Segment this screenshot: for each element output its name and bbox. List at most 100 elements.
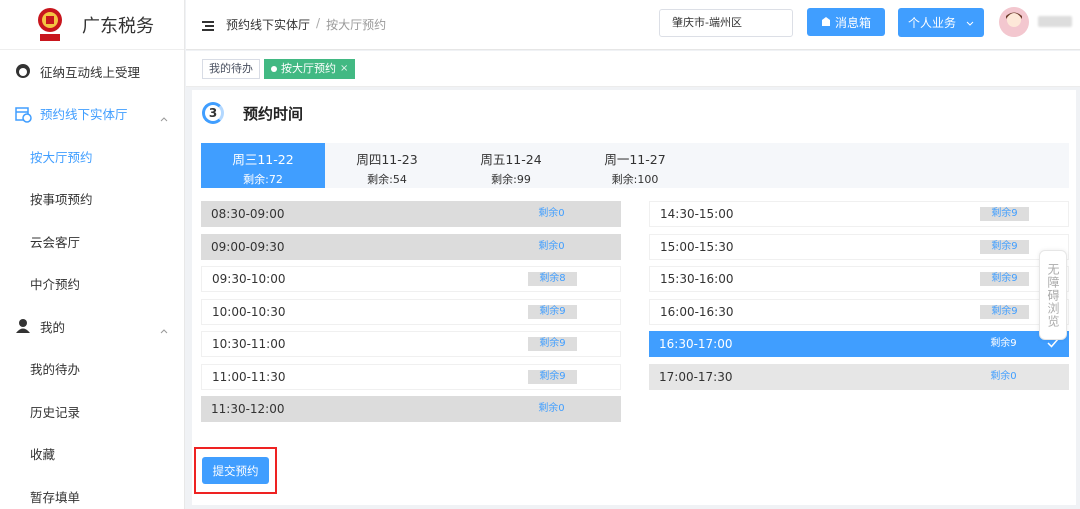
time-slot-selected[interactable]: 16:30-17:00 剩余9 <box>649 331 1069 357</box>
slot-remain: 剩余0 <box>990 371 1017 382</box>
booking-panel: 3 预约时间 周三11-22 剩余:72 周四11-23 剩余:54 周五11-… <box>192 90 1076 505</box>
tag-current-page[interactable]: 按大厅预约 × <box>264 58 356 79</box>
slot-remain: 剩余9 <box>528 305 577 319</box>
avatar[interactable] <box>999 7 1029 37</box>
tax-emblem-icon <box>36 7 64 43</box>
slot-time: 16:30-17:00 <box>659 337 733 351</box>
date-tab[interactable]: 周四11-23 剩余:54 <box>325 143 449 188</box>
sidebar-item-offline-hall[interactable]: 预约线下实体厅 <box>0 93 184 136</box>
sidebar-item-label: 云会客厅 <box>30 234 81 250</box>
time-slot[interactable]: 11:30-12:00 剩余0 <box>201 396 621 422</box>
time-slot[interactable]: 17:00-17:30 剩余0 <box>649 364 1069 390</box>
sidebar-item-online-service[interactable]: 征纳互动线上受理 <box>0 50 184 93</box>
personal-business-label: 个人业务 <box>907 16 956 30</box>
slot-remain: 剩余9 <box>528 370 577 384</box>
sidebar-item-cloud-hall[interactable]: 云会客厅 <box>0 220 184 263</box>
slot-time: 10:30-11:00 <box>212 337 286 351</box>
breadcrumb-separator: / <box>316 16 321 30</box>
date-tab[interactable]: 周五11-24 剩余:99 <box>449 143 573 188</box>
slot-remain: 剩余8 <box>528 272 577 286</box>
sidebar-item-label: 收藏 <box>30 447 56 463</box>
personal-business-dropdown[interactable]: 个人业务 <box>898 8 984 37</box>
user-icon <box>14 317 32 335</box>
region-selector[interactable]: 肇庆市-端州区 <box>659 9 793 37</box>
time-slot[interactable]: 15:30-16:00 剩余9 <box>649 266 1069 292</box>
date-tabs: 周三11-22 剩余:72 周四11-23 剩余:54 周五11-24 剩余:9… <box>201 143 1069 188</box>
slot-remain: 剩余9 <box>980 272 1029 286</box>
sidebar-item-label: 我的待办 <box>30 362 81 378</box>
sidebar-item-drafts[interactable]: 暂存填单 <box>0 475 184 509</box>
date-tab[interactable]: 周一11-27 剩余:100 <box>573 143 697 188</box>
slot-remain: 剩余9 <box>528 337 577 351</box>
sidebar-item-my-todo[interactable]: 我的待办 <box>0 348 184 391</box>
slot-time: 15:30-16:00 <box>660 272 734 286</box>
time-slot[interactable]: 14:30-15:00 剩余9 <box>649 201 1069 227</box>
logo: 广东税务 <box>0 0 184 50</box>
slot-time: 08:30-09:00 <box>211 207 285 221</box>
slot-time: 15:00-15:30 <box>660 240 734 254</box>
date-tab[interactable]: 周三11-22 剩余:72 <box>201 143 325 188</box>
sidebar-item-label: 预约线下实体厅 <box>40 107 128 123</box>
chevron-up-icon <box>160 324 168 334</box>
sidebar-item-agent-booking[interactable]: 中介预约 <box>0 263 184 306</box>
sidebar-item-by-matter[interactable]: 按事项预约 <box>0 178 184 221</box>
chevron-up-icon <box>160 112 168 122</box>
date-remain: 剩余:72 <box>243 173 283 186</box>
active-dot-icon <box>271 65 277 72</box>
step-title: 预约时间 <box>243 104 304 123</box>
slot-remain: 剩余9 <box>980 207 1029 221</box>
slot-time: 16:00-16:30 <box>660 305 734 319</box>
time-slot[interactable]: 09:30-10:00 剩余8 <box>201 266 621 292</box>
sidebar-item-favorites[interactable]: 收藏 <box>0 433 184 476</box>
sidebar-item-label: 暂存填单 <box>30 489 81 505</box>
time-slot[interactable]: 16:00-16:30 剩余9 <box>649 299 1069 325</box>
tag-my-todo[interactable]: 我的待办 <box>202 58 260 79</box>
slot-remain: 剩余9 <box>980 305 1029 319</box>
time-slot[interactable]: 11:00-11:30 剩余9 <box>201 364 621 390</box>
time-slot[interactable]: 09:00-09:30 剩余0 <box>201 234 621 260</box>
submit-booking-button[interactable]: 提交预约 <box>202 457 269 484</box>
step-header: 3 预约时间 <box>202 102 303 124</box>
date-remain: 剩余:100 <box>611 173 659 186</box>
breadcrumb-item[interactable]: 预约线下实体厅 <box>226 16 310 33</box>
date-remain: 剩余:99 <box>491 173 531 186</box>
slot-time: 10:00-10:30 <box>212 305 286 319</box>
slot-time: 09:30-10:00 <box>212 272 286 286</box>
date-remain: 剩余:54 <box>367 173 407 186</box>
messages-button[interactable]: 消息箱 <box>807 8 885 36</box>
slot-remain: 剩余0 <box>538 403 565 414</box>
slot-remain: 剩余0 <box>538 208 565 219</box>
sidebar-item-by-hall[interactable]: 按大厅预约 <box>0 135 184 178</box>
sidebar-item-label: 按事项预约 <box>30 192 93 208</box>
slot-time: 17:00-17:30 <box>659 370 733 384</box>
inbox-icon <box>821 15 831 29</box>
sidebar-item-label: 按大厅预约 <box>30 149 93 165</box>
close-icon[interactable]: × <box>340 60 348 78</box>
time-slot[interactable]: 10:00-10:30 剩余9 <box>201 299 621 325</box>
sidebar-item-history[interactable]: 历史记录 <box>0 390 184 433</box>
top-header: 预约线下实体厅 / 按大厅预约 肇庆市-端州区 消息箱 个人业务 <box>186 0 1080 50</box>
step-number: 3 <box>202 102 224 124</box>
slot-time: 11:00-11:30 <box>212 370 286 384</box>
time-slot[interactable]: 08:30-09:00 剩余0 <box>201 201 621 227</box>
accessibility-button[interactable]: 无障碍浏览 <box>1039 250 1067 340</box>
tag-label: 按大厅预约 <box>281 61 336 75</box>
headset-icon <box>14 62 32 80</box>
time-slot[interactable]: 10:30-11:00 剩余9 <box>201 331 621 357</box>
sidebar-item-mine[interactable]: 我的 <box>0 305 184 348</box>
slot-time: 09:00-09:30 <box>211 240 285 254</box>
date-label: 周三11-22 <box>232 152 294 167</box>
calendar-clock-icon <box>14 105 32 123</box>
slot-remain: 剩余0 <box>538 241 565 252</box>
slot-remain: 剩余9 <box>990 338 1017 349</box>
sidebar-item-label: 征纳互动线上受理 <box>40 64 141 80</box>
sidebar-item-label: 中介预约 <box>30 277 81 293</box>
messages-label: 消息箱 <box>834 15 871 30</box>
date-label: 周四11-23 <box>356 152 418 167</box>
username <box>1038 16 1072 27</box>
sidebar-item-label: 我的 <box>40 319 66 335</box>
sidebar-item-label: 历史记录 <box>30 404 81 420</box>
menu-toggle-icon[interactable] <box>202 20 214 31</box>
app-title: 广东税务 <box>82 15 154 37</box>
time-slot[interactable]: 15:00-15:30 剩余9 <box>649 234 1069 260</box>
